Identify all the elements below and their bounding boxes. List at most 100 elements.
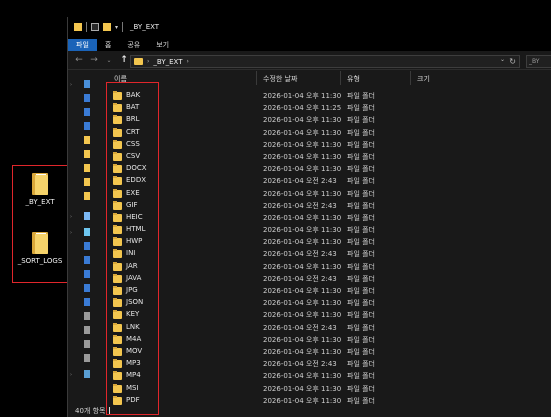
list-item[interactable]: DOCX 2026-01-04 오후 11:30 파일 폴더	[106, 163, 551, 175]
modified-date: 2026-01-04 오후 11:30	[263, 189, 342, 198]
file-type: 파일 폴더	[347, 396, 375, 405]
folder-icon	[134, 58, 143, 65]
file-type: 파일 폴더	[347, 299, 375, 308]
nav-item-icon[interactable]	[84, 94, 90, 102]
list-item[interactable]: CRT 2026-01-04 오후 11:30 파일 폴더	[106, 127, 551, 139]
this-pc-icon[interactable]	[84, 228, 90, 236]
list-item[interactable]: MSI 2026-01-04 오후 11:30 파일 폴더	[106, 383, 551, 395]
modified-date: 2026-01-04 오후 11:30	[263, 262, 342, 271]
title-bar[interactable]: ▾ _BY_EXT	[68, 17, 551, 37]
list-item[interactable]: EDDX 2026-01-04 오전 2:43 파일 폴더	[106, 175, 551, 187]
properties-icon[interactable]	[91, 23, 99, 31]
list-item[interactable]: JAR 2026-01-04 오후 11:30 파일 폴더	[106, 261, 551, 273]
nav-item-icon[interactable]	[84, 270, 90, 278]
drive-icon[interactable]	[84, 340, 90, 348]
column-divider[interactable]	[256, 71, 257, 85]
tab-file[interactable]: 파일	[68, 39, 97, 51]
address-bar[interactable]: › _BY_EXT › ⌄ ↻	[130, 55, 520, 68]
folder-icon[interactable]	[84, 192, 90, 200]
list-item[interactable]: MOV 2026-01-04 오후 11:30 파일 폴더	[106, 346, 551, 358]
navigation-pane[interactable]: › › › ›	[68, 70, 106, 406]
chevron-right-icon[interactable]: ›	[70, 230, 72, 236]
desktop-folder-sort-logs[interactable]: _SORT_LOGS	[13, 232, 67, 265]
column-divider[interactable]	[410, 71, 411, 85]
column-header-type[interactable]: 유형	[347, 74, 360, 84]
nav-item-icon[interactable]	[84, 256, 90, 264]
drive-icon[interactable]	[84, 354, 90, 362]
search-input[interactable]: _BY	[526, 55, 551, 68]
modified-date: 2026-01-04 오후 11:30	[263, 140, 342, 149]
list-item[interactable]: MP4 2026-01-04 오후 11:30 파일 폴더	[106, 370, 551, 382]
chevron-down-icon[interactable]: ⌄	[500, 56, 505, 63]
quick-access-icon[interactable]	[84, 80, 90, 88]
nav-item-icon[interactable]	[84, 108, 90, 116]
desktop-folder-by-ext[interactable]: _BY_EXT	[13, 173, 67, 206]
list-item[interactable]: EXE 2026-01-04 오후 11:30 파일 폴더	[106, 188, 551, 200]
list-item[interactable]: INI 2026-01-04 오전 2:43 파일 폴더	[106, 248, 551, 260]
list-item[interactable]: JSON 2026-01-04 오후 11:30 파일 폴더	[106, 297, 551, 309]
chevron-right-icon[interactable]: ›	[186, 58, 188, 65]
file-type: 파일 폴더	[347, 335, 375, 344]
chevron-right-icon[interactable]: ›	[70, 214, 72, 220]
folder-icon[interactable]	[84, 164, 90, 172]
file-type: 파일 폴더	[347, 384, 375, 393]
nav-item-icon[interactable]	[84, 298, 90, 306]
list-item[interactable]: JAVA 2026-01-04 오전 2:43 파일 폴더	[106, 273, 551, 285]
list-item[interactable]: M4A 2026-01-04 오후 11:30 파일 폴더	[106, 334, 551, 346]
list-item[interactable]: JPG 2026-01-04 오후 11:30 파일 폴더	[106, 285, 551, 297]
list-item[interactable]: PDF 2026-01-04 오후 11:30 파일 폴더	[106, 395, 551, 406]
folder-icon[interactable]	[84, 150, 90, 158]
column-header-size[interactable]: 크기	[417, 74, 430, 84]
list-item[interactable]: KEY 2026-01-04 오후 11:30 파일 폴더	[106, 309, 551, 321]
tab-view[interactable]: 보기	[148, 39, 177, 51]
list-item[interactable]: BAT 2026-01-04 오후 11:25 파일 폴더	[106, 102, 551, 114]
file-type: 파일 폴더	[347, 116, 375, 125]
network-icon[interactable]	[84, 370, 90, 378]
list-item[interactable]: BAK 2026-01-04 오후 11:30 파일 폴더	[106, 90, 551, 102]
list-item[interactable]: HEIC 2026-01-04 오후 11:30 파일 폴더	[106, 212, 551, 224]
list-item[interactable]: HTML 2026-01-04 오후 11:30 파일 폴더	[106, 224, 551, 236]
new-folder-icon[interactable]	[103, 23, 111, 31]
column-divider[interactable]	[340, 71, 341, 85]
nav-item-icon[interactable]	[84, 242, 90, 250]
forward-icon[interactable]: →	[89, 55, 99, 65]
column-header-date[interactable]: 수정한 날짜	[263, 74, 297, 84]
file-type: 파일 폴더	[347, 360, 375, 369]
drive-icon[interactable]	[84, 312, 90, 320]
refresh-icon[interactable]: ↻	[509, 57, 516, 66]
cloud-icon[interactable]	[84, 212, 90, 220]
file-type: 파일 폴더	[347, 323, 375, 332]
list-item[interactable]: CSV 2026-01-04 오후 11:30 파일 폴더	[106, 151, 551, 163]
tab-home[interactable]: 홈	[97, 39, 119, 51]
breadcrumb[interactable]: _BY_EXT	[153, 58, 182, 66]
desktop-folder-label: _SORT_LOGS	[17, 257, 63, 265]
nav-item-icon[interactable]	[84, 122, 90, 130]
chevron-right-icon[interactable]: ›	[147, 58, 149, 65]
folder-icon[interactable]	[84, 178, 90, 186]
drive-icon[interactable]	[84, 326, 90, 334]
nav-item-icon[interactable]	[84, 284, 90, 292]
file-type: 파일 폴더	[347, 189, 375, 198]
chevron-right-icon[interactable]: ›	[70, 372, 72, 378]
file-type: 파일 폴더	[347, 128, 375, 137]
tab-share[interactable]: 공유	[119, 39, 148, 51]
list-item[interactable]: MP3 2026-01-04 오전 2:43 파일 폴더	[106, 358, 551, 370]
list-item[interactable]: BRL 2026-01-04 오후 11:30 파일 폴더	[106, 114, 551, 126]
window-title: _BY_EXT	[130, 23, 160, 31]
list-item[interactable]: HWP 2026-01-04 오후 11:30 파일 폴더	[106, 236, 551, 248]
chevron-right-icon[interactable]: ›	[70, 82, 72, 88]
file-type: 파일 폴더	[347, 238, 375, 247]
list-item[interactable]: LNK 2026-01-04 오전 2:43 파일 폴더	[106, 322, 551, 334]
file-type: 파일 폴더	[347, 287, 375, 295]
modified-date: 2026-01-04 오후 11:30	[263, 238, 342, 247]
list-item[interactable]: GIF 2026-01-04 오전 2:43 파일 폴더	[106, 200, 551, 212]
folder-icon[interactable]	[84, 136, 90, 144]
modified-date: 2026-01-04 오후 11:30	[263, 152, 342, 161]
file-type: 파일 폴더	[347, 165, 375, 174]
up-icon[interactable]: ↑	[119, 55, 129, 65]
quick-access-dropdown-icon[interactable]: ▾	[115, 24, 118, 31]
list-item[interactable]: CSS 2026-01-04 오후 11:30 파일 폴더	[106, 139, 551, 151]
back-icon[interactable]: ←	[74, 55, 84, 65]
recent-locations-icon[interactable]: ⌄	[104, 57, 114, 64]
modified-date: 2026-01-04 오후 11:30	[263, 226, 342, 235]
